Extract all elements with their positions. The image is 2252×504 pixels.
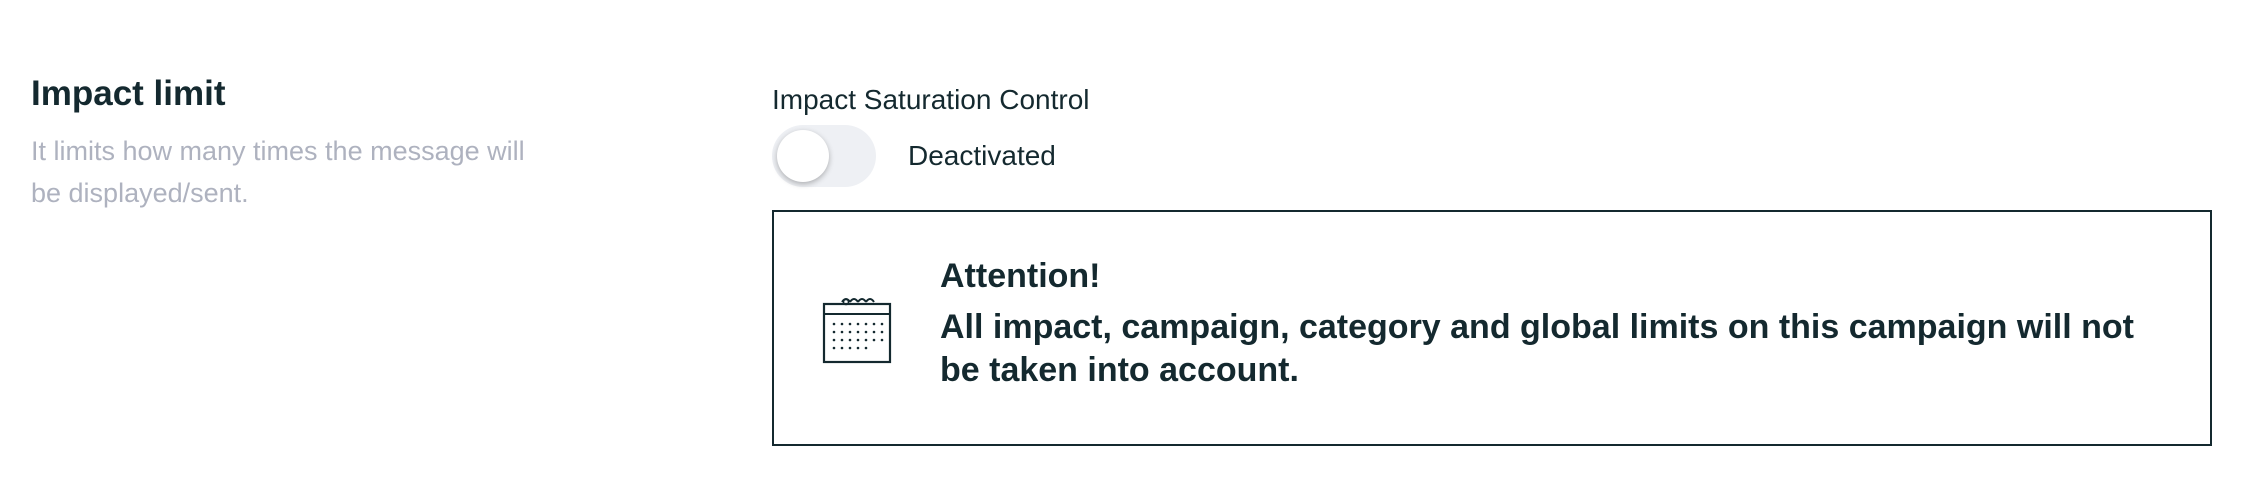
- section-title: Impact limit: [31, 74, 226, 113]
- saturation-toggle[interactable]: [772, 125, 876, 187]
- toggle-knob: [777, 130, 829, 182]
- alert-title: Attention!: [940, 257, 1101, 295]
- alert-message: All impact, campaign, category and globa…: [940, 308, 2134, 389]
- calendar-icon: [822, 294, 894, 366]
- section-description: It limits how many times the message wil…: [31, 136, 525, 208]
- saturation-toggle-row: Deactivated: [772, 124, 2218, 188]
- impact-limit-controls: Impact Saturation Control Deactivated At…: [772, 80, 2218, 446]
- toggle-status-text: Deactivated: [908, 140, 1056, 171]
- impact-limit-settings: Impact limit It limits how many times th…: [0, 0, 2252, 504]
- saturation-control-label: Impact Saturation Control: [772, 84, 1090, 115]
- impact-limit-section-header: Impact limit It limits how many times th…: [31, 68, 571, 214]
- attention-alert: Attention! All impact, campaign, categor…: [772, 210, 2212, 446]
- alert-text: Attention! All impact, campaign, categor…: [940, 254, 2174, 392]
